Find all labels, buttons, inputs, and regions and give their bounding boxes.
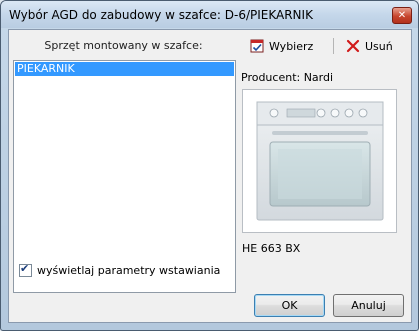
choose-label: Wybierz [269, 39, 314, 53]
show-params-checkbox[interactable]: ✔ [19, 262, 32, 277]
remove-icon [346, 39, 360, 53]
remove-button[interactable]: Usuń [346, 38, 393, 54]
close-button[interactable]: ✕ [392, 7, 412, 24]
toolbar-separator [333, 38, 334, 54]
choose-button[interactable]: Wybierz [250, 38, 313, 54]
oven-icon [256, 101, 384, 221]
producer-label: Producent: Nardi [241, 71, 334, 84]
ok-button[interactable]: OK [254, 294, 325, 317]
dialog-window: Wybór AGD do zabudowy w szafce: D-6/PIEK… [0, 0, 419, 331]
show-params-option[interactable]: ✔ wyświetlaj parametry wstawiania [19, 262, 221, 277]
remove-label: Usuń [365, 39, 393, 53]
product-image [242, 89, 397, 233]
checkmark-icon: ✔ [20, 262, 30, 275]
equipment-list[interactable]: PIEKARNIK [13, 60, 236, 293]
choose-icon [250, 39, 264, 53]
close-icon: ✕ [397, 10, 407, 21]
dialog-body: Sprzęt montowany w szafce: PIEKARNIK Wyb… [8, 29, 412, 323]
model-label: HE 663 BX [242, 242, 301, 255]
cancel-button[interactable]: Anuluj [333, 294, 404, 317]
list-item[interactable]: PIEKARNIK [15, 62, 234, 76]
show-params-label: wyświetlaj parametry wstawiania [37, 264, 221, 277]
window-title: Wybór AGD do zabudowy w szafce: D-6/PIEK… [9, 8, 313, 22]
title-bar[interactable]: Wybór AGD do zabudowy w szafce: D-6/PIEK… [1, 1, 418, 28]
list-header: Sprzęt montowany w szafce: [44, 39, 203, 52]
